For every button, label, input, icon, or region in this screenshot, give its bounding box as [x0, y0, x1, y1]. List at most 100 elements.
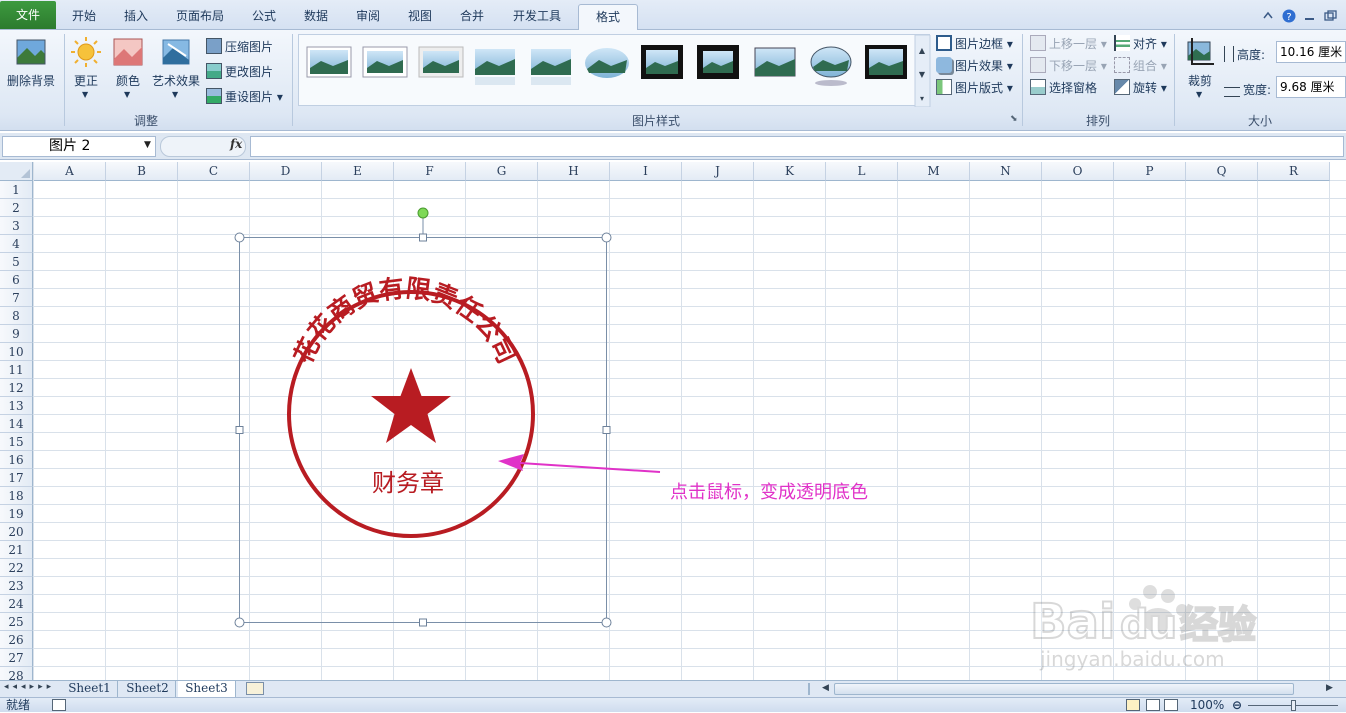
column-header-A[interactable]: A	[34, 162, 106, 181]
dialog-launcher-icon[interactable]: ⬊	[1010, 114, 1018, 124]
row-header-5[interactable]: 5	[0, 253, 33, 271]
column-header-K[interactable]: K	[754, 162, 826, 181]
select-all-corner[interactable]	[0, 162, 33, 181]
send-backward-button[interactable]: 下移一层 ▾	[1030, 57, 1107, 74]
align-button[interactable]: 对齐 ▾	[1114, 35, 1167, 52]
color-button[interactable]: 颜色 ▼	[110, 34, 146, 104]
row-header-17[interactable]: 17	[0, 469, 33, 487]
sheet-tab-1[interactable]: Sheet1	[62, 681, 118, 697]
column-header-R[interactable]: R	[1258, 162, 1330, 181]
insert-sheet-icon[interactable]	[246, 682, 264, 695]
zoom-out-icon[interactable]: ⊖	[1232, 698, 1242, 713]
row-header-20[interactable]: 20	[0, 523, 33, 541]
row-header-9[interactable]: 9	[0, 325, 33, 343]
normal-view-icon[interactable]	[1126, 699, 1140, 711]
change-picture-button[interactable]: 更改图片	[206, 63, 273, 80]
sheet-tab-3[interactable]: Sheet3	[178, 681, 236, 697]
sheet-tab-2[interactable]: Sheet2	[120, 681, 176, 697]
tab-merge[interactable]: 合并	[448, 4, 496, 30]
selected-picture[interactable]: 花花商贸有限责任公司 财务章	[230, 202, 620, 632]
tab-data[interactable]: 数据	[292, 4, 340, 30]
name-box[interactable]: 图片 2	[2, 136, 156, 157]
picture-effects-button[interactable]: 图片效果 ▾	[936, 57, 1013, 74]
height-input[interactable]: 10.16 厘米	[1276, 41, 1346, 63]
row-header-25[interactable]: 25	[0, 613, 33, 631]
row-header-28[interactable]: 28	[0, 667, 33, 680]
tab-split-handle[interactable]	[808, 683, 818, 695]
row-header-24[interactable]: 24	[0, 595, 33, 613]
tab-developer[interactable]: 开发工具	[500, 4, 574, 30]
page-break-view-icon[interactable]	[1164, 699, 1178, 711]
bring-forward-button[interactable]: 上移一层 ▾	[1030, 35, 1107, 52]
group-button[interactable]: 组合 ▾	[1114, 57, 1167, 74]
column-header-H[interactable]: H	[538, 162, 610, 181]
column-header-D[interactable]: D	[250, 162, 322, 181]
tab-page-layout[interactable]: 页面布局	[164, 4, 236, 30]
worksheet-grid[interactable]: ABCDEFGHIJKLMNOPQR 1 2 3 4 5 6 7 8 9 10 11 12 13 14 15…	[0, 162, 1346, 680]
macro-record-icon[interactable]	[52, 699, 66, 711]
horizontal-scrollbar-thumb[interactable]	[834, 683, 1294, 695]
picture-layout-button[interactable]: 图片版式 ▾	[936, 79, 1013, 96]
row-header-27[interactable]: 27	[0, 649, 33, 667]
picture-border-button[interactable]: 图片边框 ▾	[936, 35, 1013, 52]
insert-function-button[interactable]: fx	[230, 137, 242, 151]
column-header-C[interactable]: C	[178, 162, 250, 181]
row-header-12[interactable]: 12	[0, 379, 33, 397]
row-header-14[interactable]: 14	[0, 415, 33, 433]
zoom-slider-thumb[interactable]	[1291, 700, 1296, 711]
tab-file[interactable]: 文件	[0, 1, 56, 29]
tab-insert[interactable]: 插入	[112, 4, 160, 30]
width-input[interactable]: 9.68 厘米	[1276, 76, 1346, 98]
tab-format[interactable]: 格式	[578, 4, 638, 31]
formula-input[interactable]	[250, 136, 1344, 157]
sheet-nav-arrows-icon[interactable]: ◂◂◂▸▸▸	[4, 682, 55, 692]
corrections-button[interactable]: 更正 ▼	[68, 34, 104, 104]
row-header-6[interactable]: 6	[0, 271, 33, 289]
rotation-handle[interactable]	[417, 207, 429, 219]
tab-review[interactable]: 审阅	[344, 4, 392, 30]
column-header-F[interactable]: F	[394, 162, 466, 181]
row-header-4[interactable]: 4	[0, 235, 33, 253]
zoom-level[interactable]: 100%	[1190, 698, 1224, 713]
compress-pictures-button[interactable]: 压缩图片	[206, 38, 273, 55]
row-header-19[interactable]: 19	[0, 505, 33, 523]
row-header-23[interactable]: 23	[0, 577, 33, 595]
column-header-O[interactable]: O	[1042, 162, 1114, 181]
row-header-1[interactable]: 1	[0, 181, 33, 199]
name-box-dropdown-icon[interactable]: ▼	[144, 140, 151, 150]
row-header-3[interactable]: 3	[0, 217, 33, 235]
artistic-effects-button[interactable]: 艺术效果 ▼	[150, 34, 202, 104]
row-header-10[interactable]: 10	[0, 343, 33, 361]
page-layout-view-icon[interactable]	[1146, 699, 1160, 711]
row-header-11[interactable]: 11	[0, 361, 33, 379]
row-header-2[interactable]: 2	[0, 199, 33, 217]
selection-pane-button[interactable]: 选择窗格	[1030, 79, 1097, 96]
scroll-left-icon[interactable]: ◀	[822, 683, 829, 693]
row-header-21[interactable]: 21	[0, 541, 33, 559]
column-header-J[interactable]: J	[682, 162, 754, 181]
tab-view[interactable]: 视图	[396, 4, 444, 30]
column-header-M[interactable]: M	[898, 162, 970, 181]
rotate-button[interactable]: 旋转 ▾	[1114, 79, 1167, 96]
row-header-15[interactable]: 15	[0, 433, 33, 451]
tab-formulas[interactable]: 公式	[240, 4, 288, 30]
row-header-13[interactable]: 13	[0, 397, 33, 415]
column-header-L[interactable]: L	[826, 162, 898, 181]
remove-background-button[interactable]: 删除背景	[4, 34, 58, 104]
column-header-Q[interactable]: Q	[1186, 162, 1258, 181]
row-header-26[interactable]: 26	[0, 631, 33, 649]
row-header-7[interactable]: 7	[0, 289, 33, 307]
column-header-I[interactable]: I	[610, 162, 682, 181]
row-header-16[interactable]: 16	[0, 451, 33, 469]
column-header-G[interactable]: G	[466, 162, 538, 181]
column-header-E[interactable]: E	[322, 162, 394, 181]
row-header-22[interactable]: 22	[0, 559, 33, 577]
column-header-N[interactable]: N	[970, 162, 1042, 181]
row-header-8[interactable]: 8	[0, 307, 33, 325]
column-header-B[interactable]: B	[106, 162, 178, 181]
crop-button[interactable]: 裁剪 ▼	[1180, 34, 1220, 106]
row-header-18[interactable]: 18	[0, 487, 33, 505]
column-header-P[interactable]: P	[1114, 162, 1186, 181]
tab-home[interactable]: 开始	[60, 4, 108, 30]
reset-picture-button[interactable]: 重设图片 ▾	[206, 88, 283, 105]
